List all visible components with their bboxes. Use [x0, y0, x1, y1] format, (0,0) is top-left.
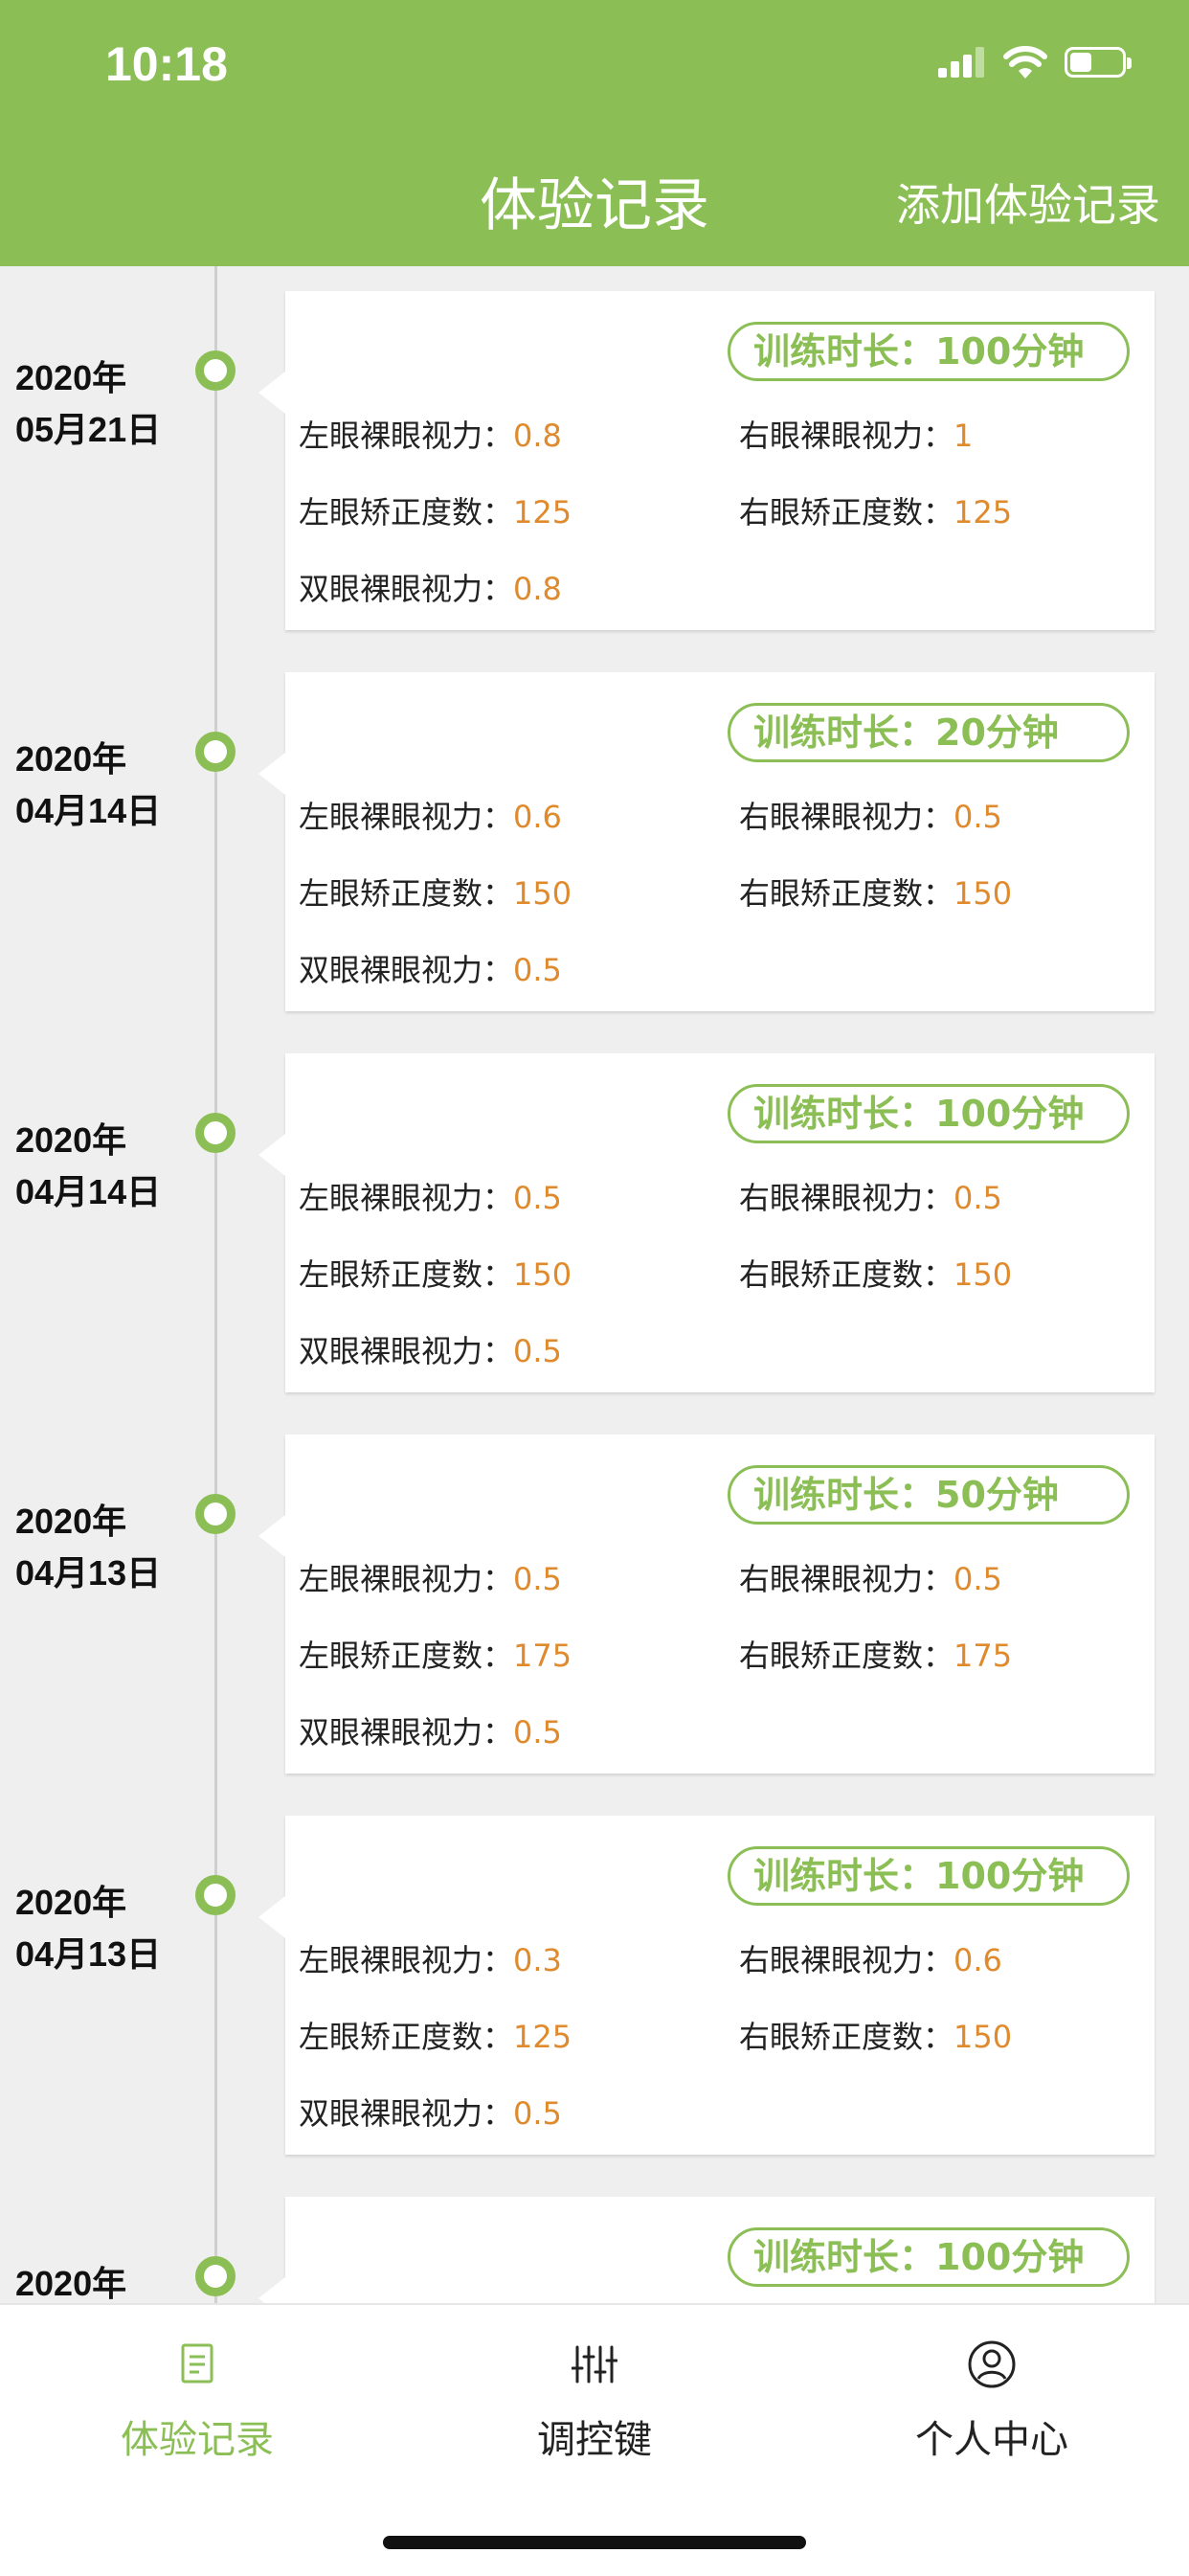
- nav-header: 10:18 体验记录 添加体验记录: [0, 0, 1189, 266]
- record-card[interactable]: 训练时长：100分钟: [258, 2197, 1155, 2303]
- record-item: 2020年 04月14日 训练时长：100分钟 左眼裸眼视力：0.5 右眼裸眼视…: [0, 1028, 1189, 1410]
- record-date: 2020年 04月14日: [15, 734, 161, 837]
- right-naked-field: 右眼裸眼视力：0.6: [739, 1942, 1002, 1978]
- duration-badge: 训练时长：100分钟: [728, 1084, 1130, 1143]
- tab-profile[interactable]: 个人中心: [848, 2339, 1135, 2464]
- record-day: 04月13日: [15, 1553, 162, 1593]
- right-correction-field: 右眼矫正度数：175: [739, 1638, 1013, 1674]
- record-day: 05月21日: [15, 410, 162, 449]
- record-date: 2020年 04月13日: [15, 1877, 161, 1980]
- right-naked-field: 右眼裸眼视力：0.5: [739, 799, 1002, 835]
- left-correction-field: 左眼矫正度数：125: [299, 494, 572, 531]
- both-naked-field: 双眼裸眼视力：0.5: [299, 1333, 562, 1369]
- record-day: 04月14日: [15, 791, 162, 830]
- record-year: 2020年: [15, 2264, 127, 2303]
- record-date: 2020年 04月14日: [15, 1115, 161, 1218]
- signal-icon: [938, 47, 984, 78]
- left-naked-field: 左眼裸眼视力：0.3: [299, 1942, 562, 1978]
- record-item: 2020年 05月21日 训练时长：100分钟 左眼裸眼视力：0.8 右眼裸眼视…: [0, 266, 1189, 647]
- left-correction-field: 左眼矫正度数：150: [299, 875, 572, 912]
- right-correction-field: 右眼矫正度数：150: [739, 2019, 1013, 2055]
- sliders-icon: [572, 2345, 617, 2384]
- both-naked-field: 双眼裸眼视力：0.5: [299, 952, 562, 988]
- record-card[interactable]: 训练时长：50分钟 左眼裸眼视力：0.5 右眼裸眼视力：0.5 左眼矫正度数：1…: [258, 1435, 1155, 1774]
- status-time: 10:18: [105, 37, 228, 91]
- tab-label: 个人中心: [915, 2418, 1068, 2462]
- record-year: 2020年: [15, 1883, 127, 1922]
- record-year: 2020年: [15, 1502, 127, 1541]
- right-correction-field: 右眼矫正度数：150: [739, 1256, 1013, 1293]
- record-card[interactable]: 训练时长：100分钟 左眼裸眼视力：0.5 右眼裸眼视力：0.5 左眼矫正度数：…: [258, 1053, 1155, 1392]
- record-item: 2020年 04月14日 训练时长：20分钟 左眼裸眼视力：0.6 右眼裸眼视力…: [0, 647, 1189, 1028]
- record-year: 2020年: [15, 358, 127, 397]
- duration-badge: 训练时长：100分钟: [728, 1846, 1130, 1906]
- record-card[interactable]: 训练时长：100分钟 左眼裸眼视力：0.3 右眼裸眼视力：0.6 左眼矫正度数：…: [258, 1816, 1155, 2155]
- left-correction-field: 左眼矫正度数：175: [299, 1638, 572, 1674]
- record-date: 2020年 05月21日: [15, 352, 161, 456]
- left-naked-field: 左眼裸眼视力：0.8: [299, 418, 562, 454]
- duration-badge: 训练时长：100分钟: [728, 322, 1130, 381]
- record-item: 2020年 04月13日 训练时长：50分钟 左眼裸眼视力：0.5 右眼裸眼视力…: [0, 1410, 1189, 1791]
- timeline-node: [195, 350, 236, 391]
- record-year: 2020年: [15, 1120, 127, 1160]
- timeline-node: [195, 1875, 236, 1915]
- user-icon: [968, 2340, 1016, 2388]
- record-list[interactable]: 2020年 05月21日 训练时长：100分钟 左眼裸眼视力：0.8 右眼裸眼视…: [0, 266, 1189, 2303]
- record-date: 2020年 04月13日: [15, 1496, 161, 1599]
- timeline-node: [195, 1113, 236, 1153]
- duration-badge: 训练时长：20分钟: [728, 703, 1130, 762]
- add-record-button[interactable]: 添加体验记录: [896, 170, 1160, 234]
- left-naked-field: 左眼裸眼视力：0.5: [299, 1561, 562, 1597]
- timeline-node: [195, 2256, 236, 2296]
- status-icons: [938, 42, 1132, 82]
- right-correction-field: 右眼矫正度数：150: [739, 875, 1013, 912]
- record-date: 2020年: [15, 2258, 126, 2303]
- timeline-node: [195, 732, 236, 772]
- tab-label: 体验记录: [121, 2418, 274, 2462]
- battery-icon: [1065, 47, 1132, 78]
- right-correction-field: 右眼矫正度数：125: [739, 494, 1013, 531]
- left-correction-field: 左眼矫正度数：150: [299, 1256, 572, 1293]
- document-icon: [181, 2343, 213, 2384]
- tab-label: 调控键: [537, 2418, 652, 2462]
- right-naked-field: 右眼裸眼视力：0.5: [739, 1561, 1002, 1597]
- tab-records[interactable]: 体验记录: [54, 2339, 341, 2464]
- left-correction-field: 左眼矫正度数：125: [299, 2019, 572, 2055]
- left-naked-field: 左眼裸眼视力：0.6: [299, 799, 562, 835]
- record-card[interactable]: 训练时长：20分钟 左眼裸眼视力：0.6 右眼裸眼视力：0.5 左眼矫正度数：1…: [258, 672, 1155, 1011]
- record-day: 04月13日: [15, 1934, 162, 1974]
- duration-badge: 训练时长：100分钟: [728, 2227, 1130, 2287]
- record-item: 2020年 训练时长：100分钟: [0, 2172, 1189, 2303]
- tab-controls[interactable]: 调控键: [451, 2339, 738, 2464]
- record-item: 2020年 04月13日 训练时长：100分钟 左眼裸眼视力：0.3 右眼裸眼视…: [0, 1791, 1189, 2172]
- right-naked-field: 右眼裸眼视力：1: [739, 418, 974, 454]
- wifi-icon: [1003, 46, 1047, 79]
- record-card[interactable]: 训练时长：100分钟 左眼裸眼视力：0.8 右眼裸眼视力：1 左眼矫正度数：12…: [258, 291, 1155, 630]
- record-day: 04月14日: [15, 1172, 162, 1211]
- duration-badge: 训练时长：50分钟: [728, 1465, 1130, 1525]
- left-naked-field: 左眼裸眼视力：0.5: [299, 1180, 562, 1216]
- home-indicator: [383, 2536, 806, 2549]
- right-naked-field: 右眼裸眼视力：0.5: [739, 1180, 1002, 1216]
- record-year: 2020年: [15, 739, 127, 779]
- both-naked-field: 双眼裸眼视力：0.8: [299, 571, 562, 607]
- timeline-node: [195, 1494, 236, 1534]
- both-naked-field: 双眼裸眼视力：0.5: [299, 1714, 562, 1751]
- both-naked-field: 双眼裸眼视力：0.5: [299, 2095, 562, 2132]
